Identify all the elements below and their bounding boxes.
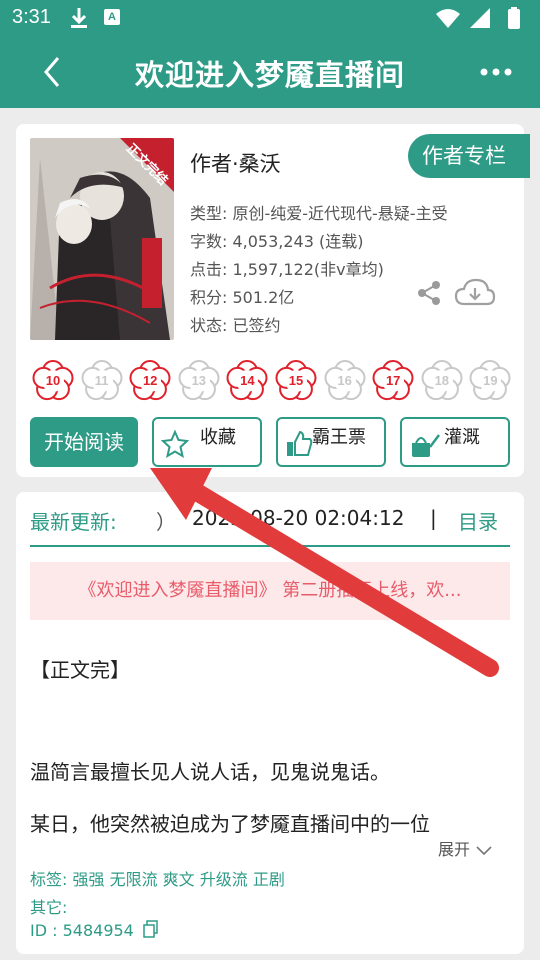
water-label: 灌溉 (444, 427, 480, 448)
copy-icon (143, 920, 158, 938)
intro-line-2: 温简言最擅长见人说人话，见鬼说鬼话。 (30, 760, 390, 784)
book-cover-image[interactable]: 正文完结 (30, 138, 174, 340)
latest-update-chapter[interactable]: ） (156, 506, 176, 535)
intro-line-1: 【正文完】 (30, 658, 130, 682)
flower-number: 16 (337, 373, 352, 388)
flower-number: 14 (240, 373, 255, 388)
star-icon (160, 429, 190, 459)
flower-number: 19 (483, 373, 498, 388)
rating-flower[interactable]: 19 (467, 358, 513, 404)
update-separator: | (430, 506, 437, 530)
book-info-card: 正文完结 作者·桑沃 作者专栏 类型: 原创-纯爱-近代现代-悬疑-主受 字数:… (16, 124, 530, 477)
rating-flower[interactable]: 17 (370, 358, 416, 404)
flower-number: 18 (434, 373, 450, 388)
flower-number: 10 (45, 373, 61, 388)
table-of-contents-link[interactable]: 目录 (458, 506, 498, 535)
rating-flower[interactable]: 18 (419, 358, 465, 404)
book-word-count: 字数: 4,053,243 (连载) (190, 232, 364, 251)
rating-flower[interactable]: 16 (322, 358, 368, 404)
latest-update-time: 2025-08-20 02:04:12 (192, 506, 405, 530)
ticket-label: 霸王票 (312, 427, 366, 448)
watering-can-icon (412, 434, 440, 457)
rating-flower[interactable]: 13 (176, 358, 222, 404)
more-options-button[interactable] (476, 56, 516, 88)
book-points: 积分: 501.2亿 (190, 288, 295, 307)
flower-number: 11 (94, 373, 109, 388)
signal-icon (470, 8, 490, 28)
rating-flower[interactable]: 14 (224, 358, 270, 404)
cloud-download-icon[interactable] (454, 278, 496, 312)
book-id-row: ID : 5484954 (30, 920, 159, 940)
flower-number: 17 (385, 373, 401, 388)
rating-flower[interactable]: 12 (127, 358, 173, 404)
flower-number: 12 (142, 373, 158, 388)
favorite-label: 收藏 (200, 427, 236, 448)
book-id: ID : 5484954 (30, 921, 134, 940)
ticket-button[interactable]: 霸王票 (276, 417, 386, 467)
status-bar: 3:31 A (0, 0, 540, 36)
app-bar: 欢迎进入梦魇直播间 (0, 36, 540, 108)
book-clicks: 点击: 1,597,122(非v章均) (190, 260, 384, 279)
intro-line-3: 某日，他突然被迫成为了梦魇直播间中的一位 (30, 812, 430, 836)
book-detail-card: 最新更新: ） 2025-08-20 02:04:12 | 目录 《欢迎进入梦魇… (16, 492, 524, 954)
download-status-icon (68, 6, 90, 34)
latest-update-label: 最新更新: (30, 510, 117, 534)
notice-banner[interactable]: 《欢迎进入梦魇直播间》 第二册插画上线，欢... (30, 562, 510, 620)
book-type: 类型: 原创-纯爱-近代现代-悬疑-主受 (190, 204, 448, 223)
expand-button[interactable]: 展开 (438, 836, 493, 860)
book-tags[interactable]: 标签: 强强 无限流 爽文 升级流 正剧 (30, 866, 285, 890)
wifi-icon (436, 9, 460, 28)
thumbs-up-icon (287, 430, 313, 456)
author-name[interactable]: 作者·桑沃 (190, 148, 281, 178)
rating-flower[interactable]: 10 (30, 358, 76, 404)
page-title: 欢迎进入梦魇直播间 (134, 58, 405, 92)
chevron-down-icon (476, 845, 492, 855)
status-time: 3:31 (12, 6, 51, 28)
battery-icon (508, 7, 520, 29)
rating-flower[interactable]: 11 (79, 358, 125, 404)
favorite-button[interactable]: 收藏 (152, 417, 262, 467)
book-status: 状态: 已签约 (190, 316, 281, 335)
flower-number: 15 (288, 373, 304, 388)
system-status-icons (434, 6, 530, 36)
flower-number: 13 (191, 373, 207, 388)
book-other: 其它: (30, 898, 68, 917)
author-column-button[interactable]: 作者专栏 (408, 134, 530, 178)
divider (30, 545, 510, 547)
start-reading-button[interactable]: 开始阅读 (30, 417, 138, 467)
rating-flowers: 10 11 12 13 14 15 16 17 18 19 (30, 358, 513, 404)
water-button[interactable]: 灌溉 (400, 417, 510, 467)
more-dots-icon (480, 68, 512, 76)
rating-flower[interactable]: 15 (273, 358, 319, 404)
share-icon[interactable] (416, 280, 442, 310)
notification-app-icon: A (104, 9, 120, 25)
expand-label: 展开 (438, 840, 471, 859)
